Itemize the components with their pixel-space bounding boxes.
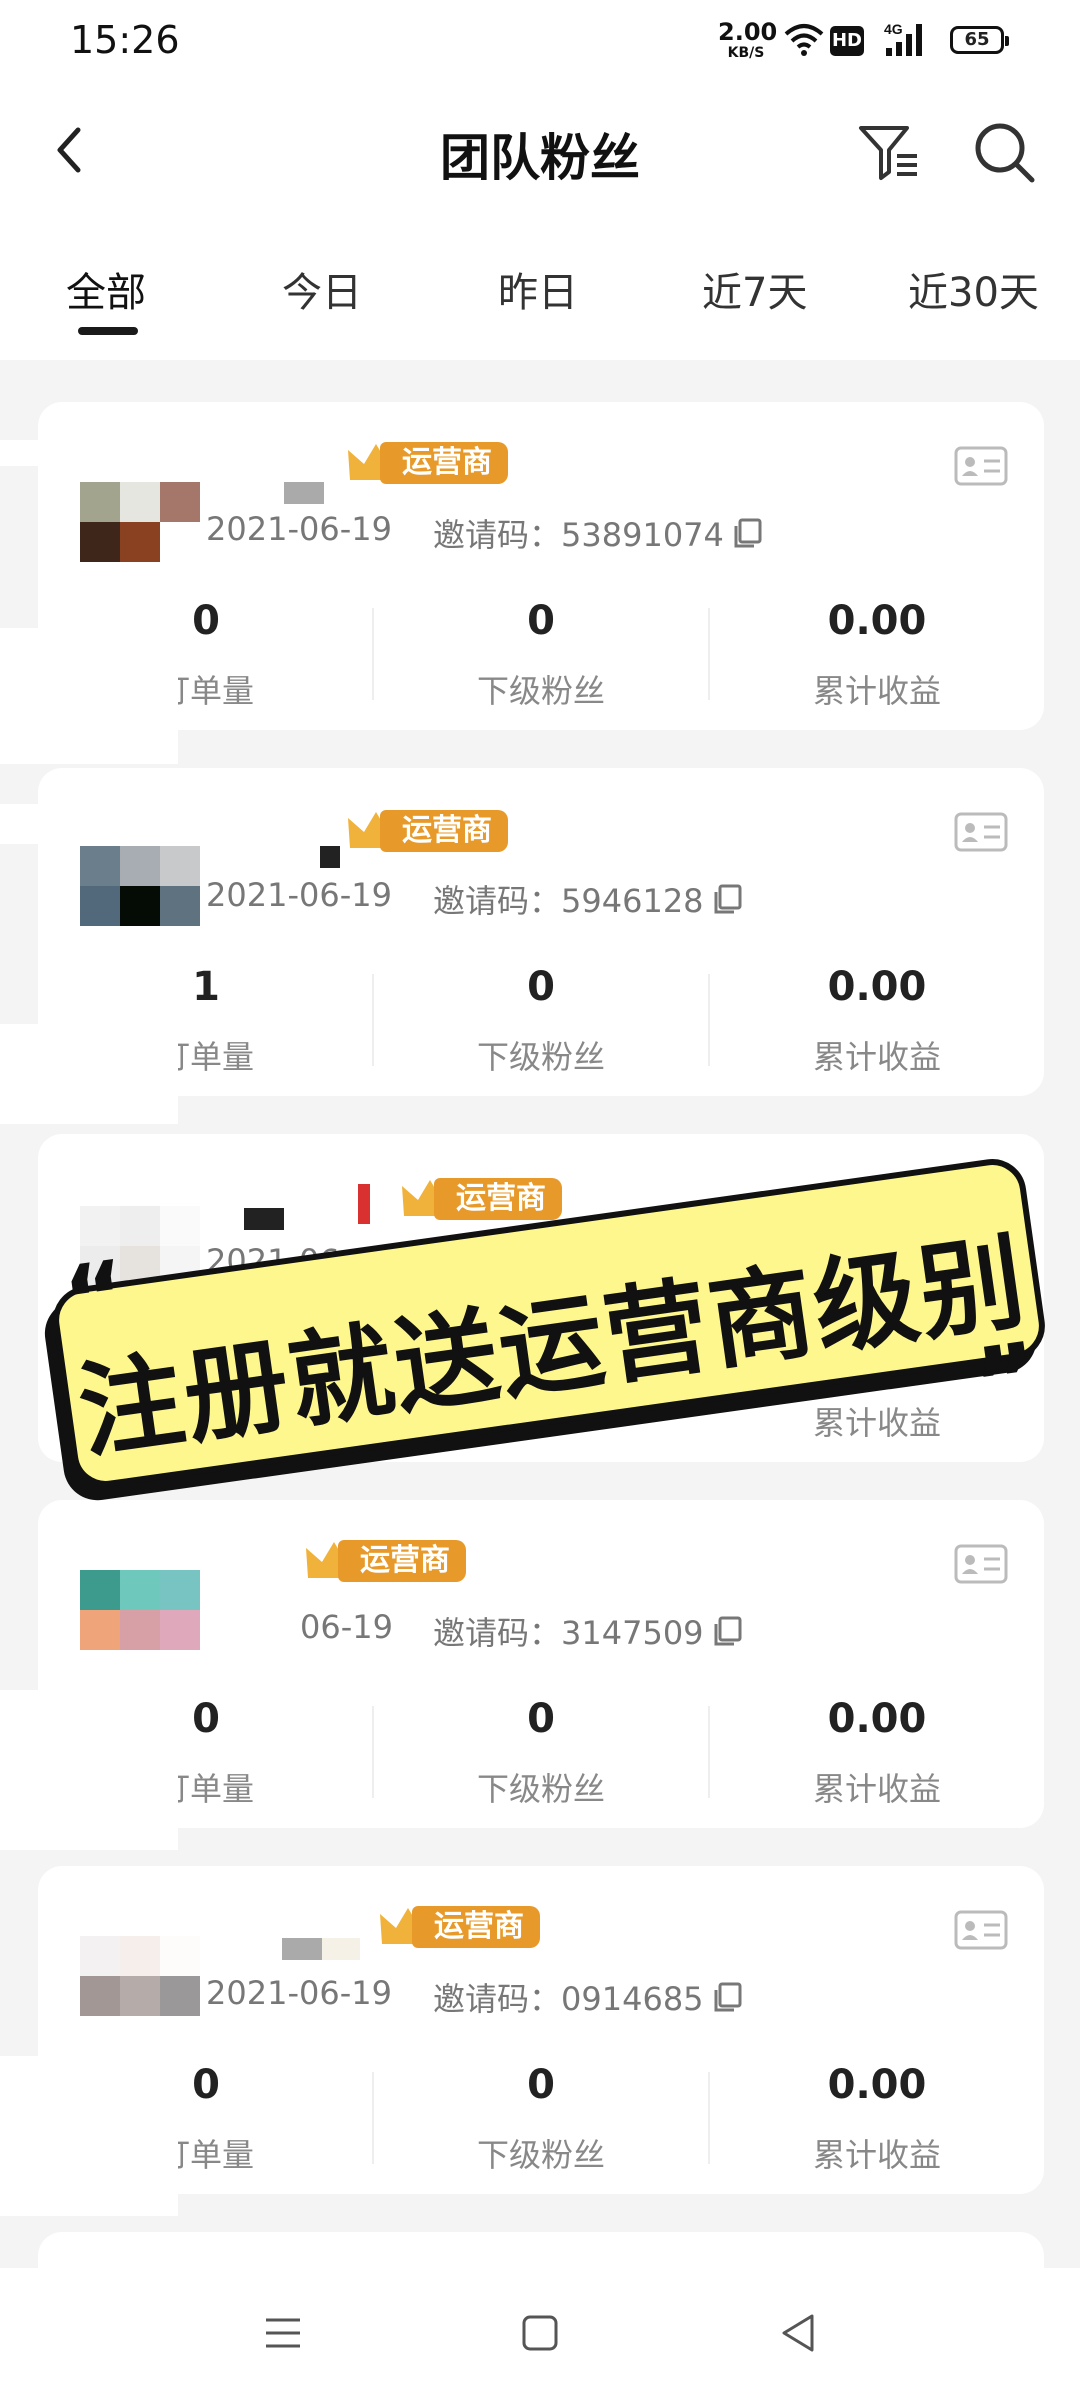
fan-count-label: 下级粉丝 — [476, 1770, 605, 1808]
total-earnings: 0.00 — [827, 598, 927, 644]
member-card[interactable]: 运营商 2021-06-19 邀请码：5946128 1 订单量 0 下级粉丝 … — [38, 768, 1044, 1096]
member-name — [244, 1208, 284, 1230]
copy-icon[interactable] — [712, 1616, 742, 1648]
wifi-icon — [784, 24, 824, 56]
active-tab-indicator — [78, 327, 138, 335]
network-speed: 2.00 KB/S — [718, 18, 778, 61]
tab-yesterday[interactable]: 昨日 — [498, 260, 578, 318]
tab-all[interactable]: 全部 — [66, 260, 146, 318]
total-earnings-label: 累计收益 — [812, 2136, 941, 2174]
register-date: 2021-06-19 — [206, 1974, 392, 2012]
system-nav-bar — [0, 2268, 1080, 2400]
invite-code: 邀请码：53891074 — [433, 510, 762, 556]
id-card-icon[interactable] — [954, 446, 1008, 486]
status-time: 15:26 — [70, 18, 180, 62]
fan-count-label: 下级粉丝 — [476, 2136, 605, 2174]
copy-icon[interactable] — [712, 884, 742, 916]
avatar — [80, 482, 200, 602]
fan-count: 0 — [527, 598, 555, 644]
copy-icon[interactable] — [712, 1982, 742, 2014]
id-card-icon[interactable] — [954, 812, 1008, 852]
register-date: 2021-06-19 — [206, 876, 392, 914]
nav-bar: 团队粉丝 — [0, 80, 1080, 220]
register-date: 06-19 — [300, 1608, 393, 1646]
member-card[interactable]: 运营商 06-19 邀请码：3147509 0 订单量 0 下级粉丝 0.00 … — [38, 1500, 1044, 1828]
register-date: 2021-06-19 — [206, 510, 392, 548]
id-card-icon[interactable] — [954, 1544, 1008, 1584]
total-earnings: 0.00 — [827, 2062, 927, 2108]
date-filter-tabs: 全部 今日 昨日 近7天 近30天 — [0, 220, 1080, 360]
fan-count-label: 下级粉丝 — [476, 1038, 605, 1076]
svg-text:4G: 4G — [884, 21, 903, 37]
total-earnings-label: 累计收益 — [812, 672, 941, 710]
member-name — [282, 1938, 322, 1960]
total-earnings-label: 累计收益 — [812, 1770, 941, 1808]
search-icon[interactable] — [970, 118, 1038, 186]
invite-code: 邀请码：3147509 — [433, 1608, 742, 1654]
status-bar: 15:26 2.00 KB/S HD 4G 65 — [0, 0, 1080, 80]
invite-code: 邀请码：0914685 — [433, 1974, 742, 2020]
copy-icon[interactable] — [732, 518, 762, 550]
tab-today[interactable]: 今日 — [282, 260, 362, 318]
order-count: 1 — [192, 964, 220, 1010]
total-earnings: 0.00 — [827, 1696, 927, 1742]
member-card[interactable]: 运营商 2021-06-19 邀请码：53891074 0 订单量 0 下级粉丝… — [38, 402, 1044, 730]
avatar — [80, 1936, 200, 2056]
total-earnings-label: 累计收益 — [812, 1038, 941, 1076]
close-quote-icon: ” — [967, 1320, 1046, 1441]
fan-count: 0 — [527, 2062, 555, 2108]
member-name — [320, 846, 340, 868]
menu-icon[interactable] — [260, 2310, 306, 2356]
home-icon[interactable] — [517, 2310, 563, 2356]
member-card[interactable]: 运营商 2021-06-19 邀请码：0914685 0 订单量 0 下级粉丝 … — [38, 1866, 1044, 2194]
filter-icon[interactable] — [855, 118, 923, 186]
fan-count-label: 下级粉丝 — [476, 672, 605, 710]
signal-icon: 4G — [884, 21, 922, 56]
avatar — [80, 846, 200, 966]
fan-count: 0 — [527, 1696, 555, 1742]
tab-last-7-days[interactable]: 近7天 — [702, 260, 807, 318]
member-name — [284, 482, 324, 504]
invite-code: 邀请码：5946128 — [433, 876, 742, 922]
fan-count: 0 — [527, 964, 555, 1010]
hd-icon: HD — [830, 26, 864, 56]
battery-indicator: 65 — [950, 26, 1009, 54]
id-card-icon[interactable] — [954, 1910, 1008, 1950]
avatar — [80, 1570, 200, 1690]
back-nav-icon[interactable] — [776, 2310, 822, 2356]
tab-last-30-days[interactable]: 近30天 — [908, 260, 1039, 318]
total-earnings: 0.00 — [827, 964, 927, 1010]
